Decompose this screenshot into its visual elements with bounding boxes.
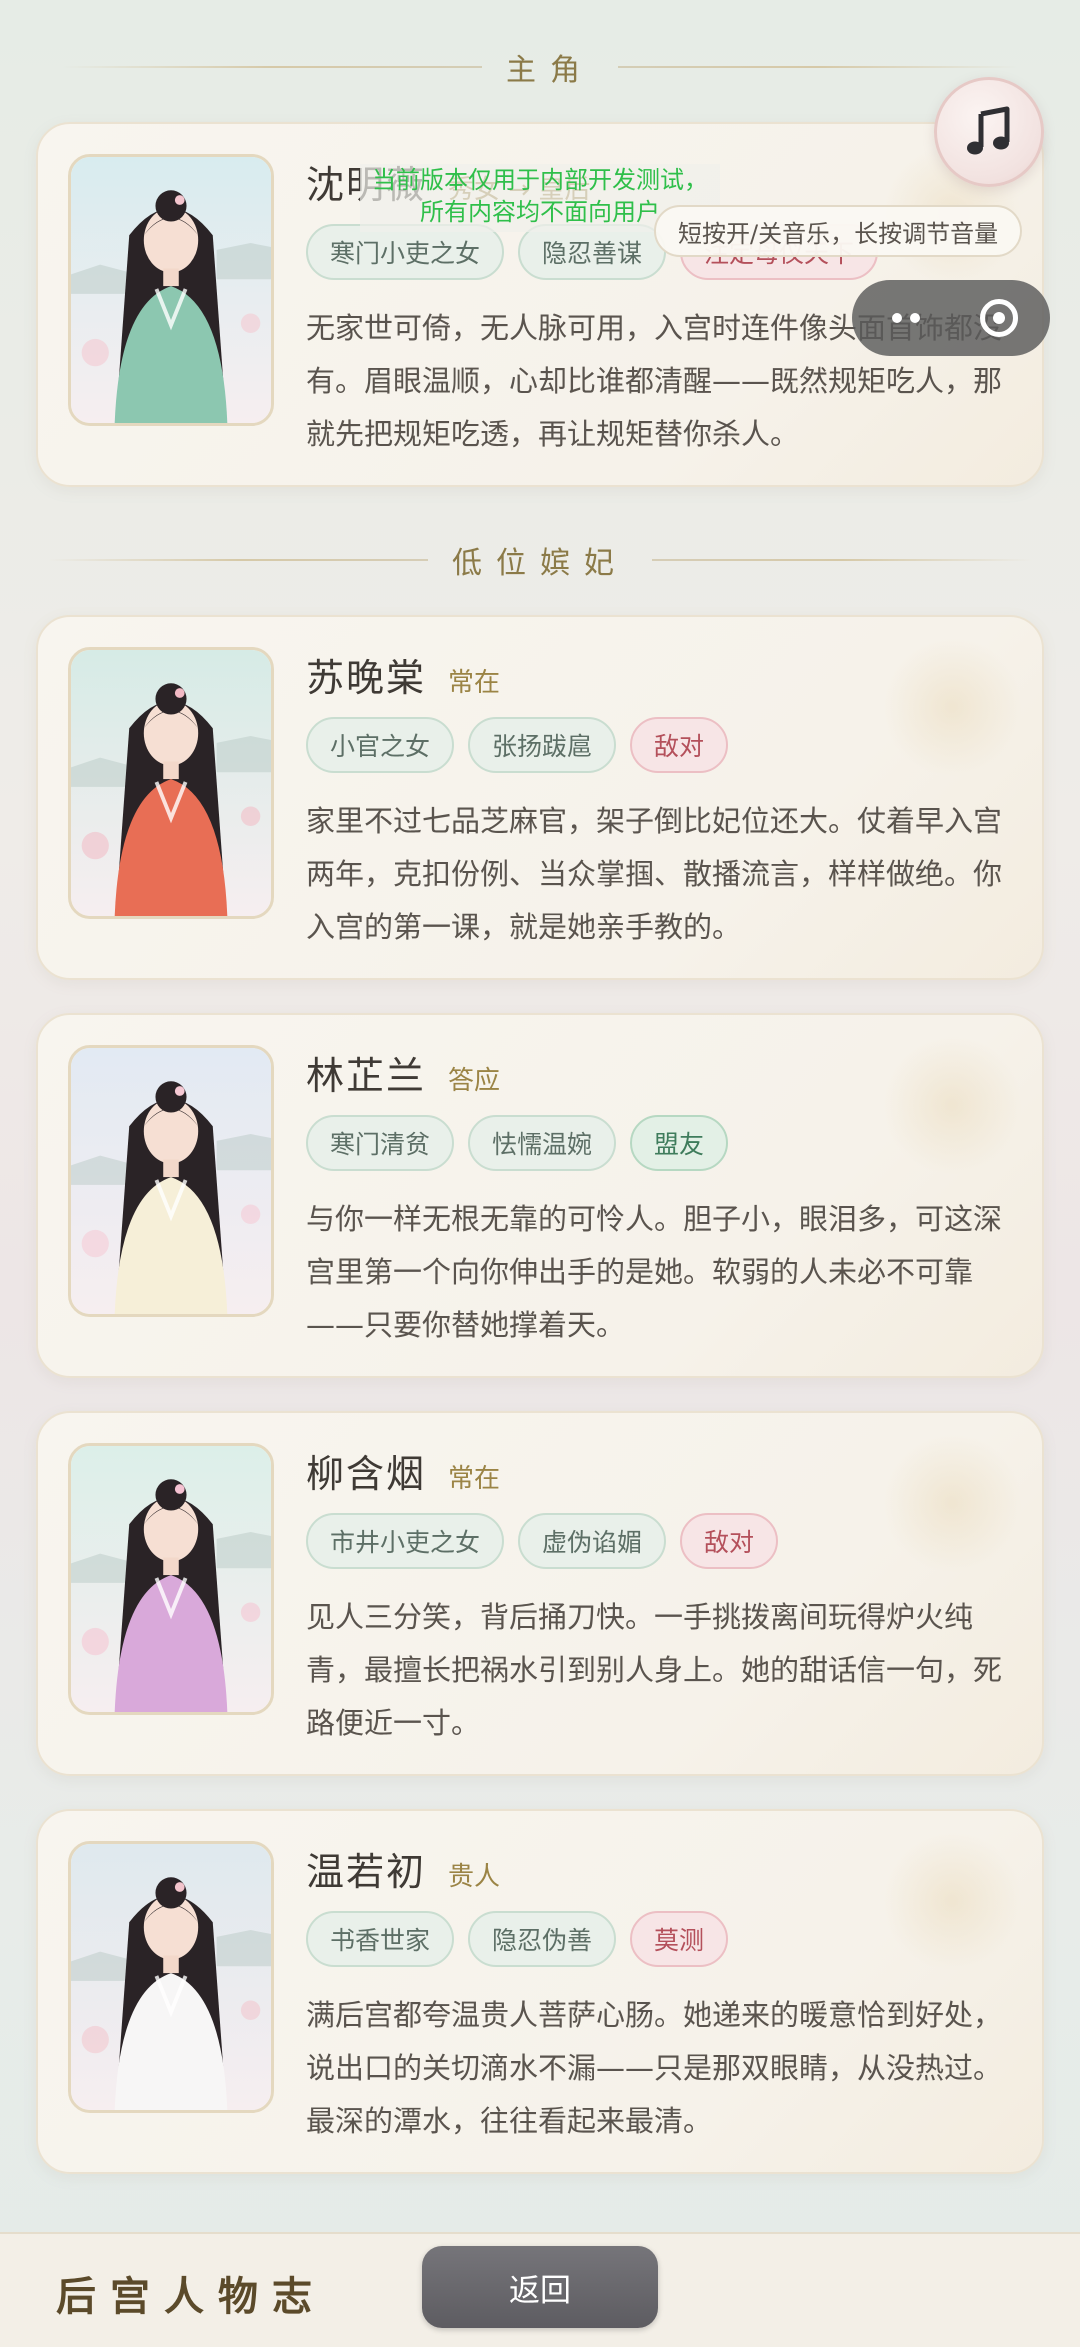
tag-neutral: 张扬跋扈 <box>468 717 617 773</box>
section-header-low-rank: 低位嫔妃 <box>0 540 1080 581</box>
tag-neutral: 寒门清贫 <box>306 1115 455 1171</box>
tag-neutral: 隐忍伪善 <box>468 1911 617 1967</box>
tag-neutral: 隐忍善谋 <box>518 224 667 280</box>
character-rank: 答应 <box>448 1066 501 1096</box>
character-portrait <box>68 1841 274 2113</box>
card-glow <box>882 1831 1022 1971</box>
section-header-protagonist: 主角 <box>0 47 1080 88</box>
character-portrait <box>68 647 274 919</box>
character-portrait <box>68 154 274 426</box>
notice-line: 当前版本仅用于内部开发测试， <box>372 166 708 194</box>
tag-list: 小官之女 张扬跋扈 敌对 <box>306 717 729 773</box>
back-button[interactable]: 返回 <box>422 2246 658 2328</box>
tag-neutral: 市井小吏之女 <box>306 1513 505 1569</box>
name-row: 林芷兰 答应 <box>306 1045 500 1100</box>
tag-list: 寒门清贫 怯懦温婉 盟友 <box>306 1115 729 1171</box>
character-card[interactable]: 温若初 贵人书香世家 隐忍伪善 莫测满后宫都夸温贵人菩萨心肠。她递来的暖意恰到好处，说… <box>36 1809 1044 2174</box>
character-description: 满后宫都夸温贵人菩萨心肠。她递来的暖意恰到好处，说出口的关切滴水不漏——只是那双… <box>306 1998 1003 2138</box>
bottom-bar: 后宫人物志 返回 <box>0 2232 1080 2347</box>
music-toggle-button[interactable] <box>934 77 1044 187</box>
character-name: 林芷兰 <box>306 1054 427 1098</box>
page-title: 后宫人物志 <box>56 2274 326 2320</box>
tag-neutral: 寒门小吏之女 <box>306 224 505 280</box>
character-rank: 常在 <box>448 1464 501 1494</box>
tag-neutral: 小官之女 <box>306 717 455 773</box>
character-name: 苏晚棠 <box>306 656 427 700</box>
tag-hostile: 莫测 <box>630 1911 729 1967</box>
record-icon[interactable] <box>980 299 1018 337</box>
character-card[interactable]: 林芷兰 答应寒门清贫 怯懦温婉 盟友与你一样无根无靠的可怜人。胆子小，眼泪多，可这深宫… <box>36 1013 1044 1378</box>
tag-neutral: 虚伪谄媚 <box>518 1513 667 1569</box>
card-glow <box>882 637 1022 777</box>
tag-neutral: 书香世家 <box>306 1911 455 1967</box>
name-row: 苏晚棠 常在 <box>306 647 500 702</box>
tag-list: 书香世家 隐忍伪善 莫测 <box>306 1911 729 1967</box>
tag-neutral: 怯懦温婉 <box>468 1115 617 1171</box>
section-title: 低位嫔妃 <box>452 546 628 581</box>
section-title: 主角 <box>506 53 594 88</box>
floating-capsule-menu[interactable] <box>852 280 1050 356</box>
menu-dot-icon <box>910 313 920 323</box>
tag-hostile: 敌对 <box>680 1513 779 1569</box>
character-portrait <box>68 1443 274 1715</box>
character-description: 见人三分笑，背后捅刀快。一手挑拨离间玩得炉火纯青，最擅长把祸水引到别人身上。她的… <box>306 1600 1003 1740</box>
character-portrait <box>68 1045 274 1317</box>
character-name: 温若初 <box>306 1850 427 1894</box>
character-description: 与你一样无根无靠的可怜人。胆子小，眼泪多，可这深宫里第一个向你伸出手的是她。软弱… <box>306 1202 1003 1342</box>
card-glow <box>882 1433 1022 1573</box>
name-row: 柳含烟 常在 <box>306 1443 500 1498</box>
music-note-icon <box>967 106 1010 155</box>
tag-hostile: 敌对 <box>630 717 729 773</box>
tag-list: 市井小吏之女 虚伪谄媚 敌对 <box>306 1513 779 1569</box>
menu-dot-icon <box>892 313 902 323</box>
music-tooltip: 短按开/关音乐，长按调节音量 <box>654 205 1023 257</box>
character-name: 柳含烟 <box>306 1452 427 1496</box>
character-rank: 贵人 <box>448 1862 501 1892</box>
tag-ally: 盟友 <box>630 1115 729 1171</box>
card-glow <box>882 1035 1022 1175</box>
character-card[interactable]: 苏晚棠 常在小官之女 张扬跋扈 敌对家里不过七品芝麻官，架子倒比妃位还大。仗着早入宫两… <box>36 615 1044 980</box>
character-description: 家里不过七品芝麻官，架子倒比妃位还大。仗着早入宫两年，克扣份例、当众掌掴、散播流… <box>306 804 1003 944</box>
character-card[interactable]: 柳含烟 常在市井小吏之女 虚伪谄媚 敌对见人三分笑，背后捅刀快。一手挑拨离间玩得炉火纯… <box>36 1411 1044 1776</box>
name-row: 温若初 贵人 <box>306 1841 500 1896</box>
character-rank: 常在 <box>448 668 501 698</box>
